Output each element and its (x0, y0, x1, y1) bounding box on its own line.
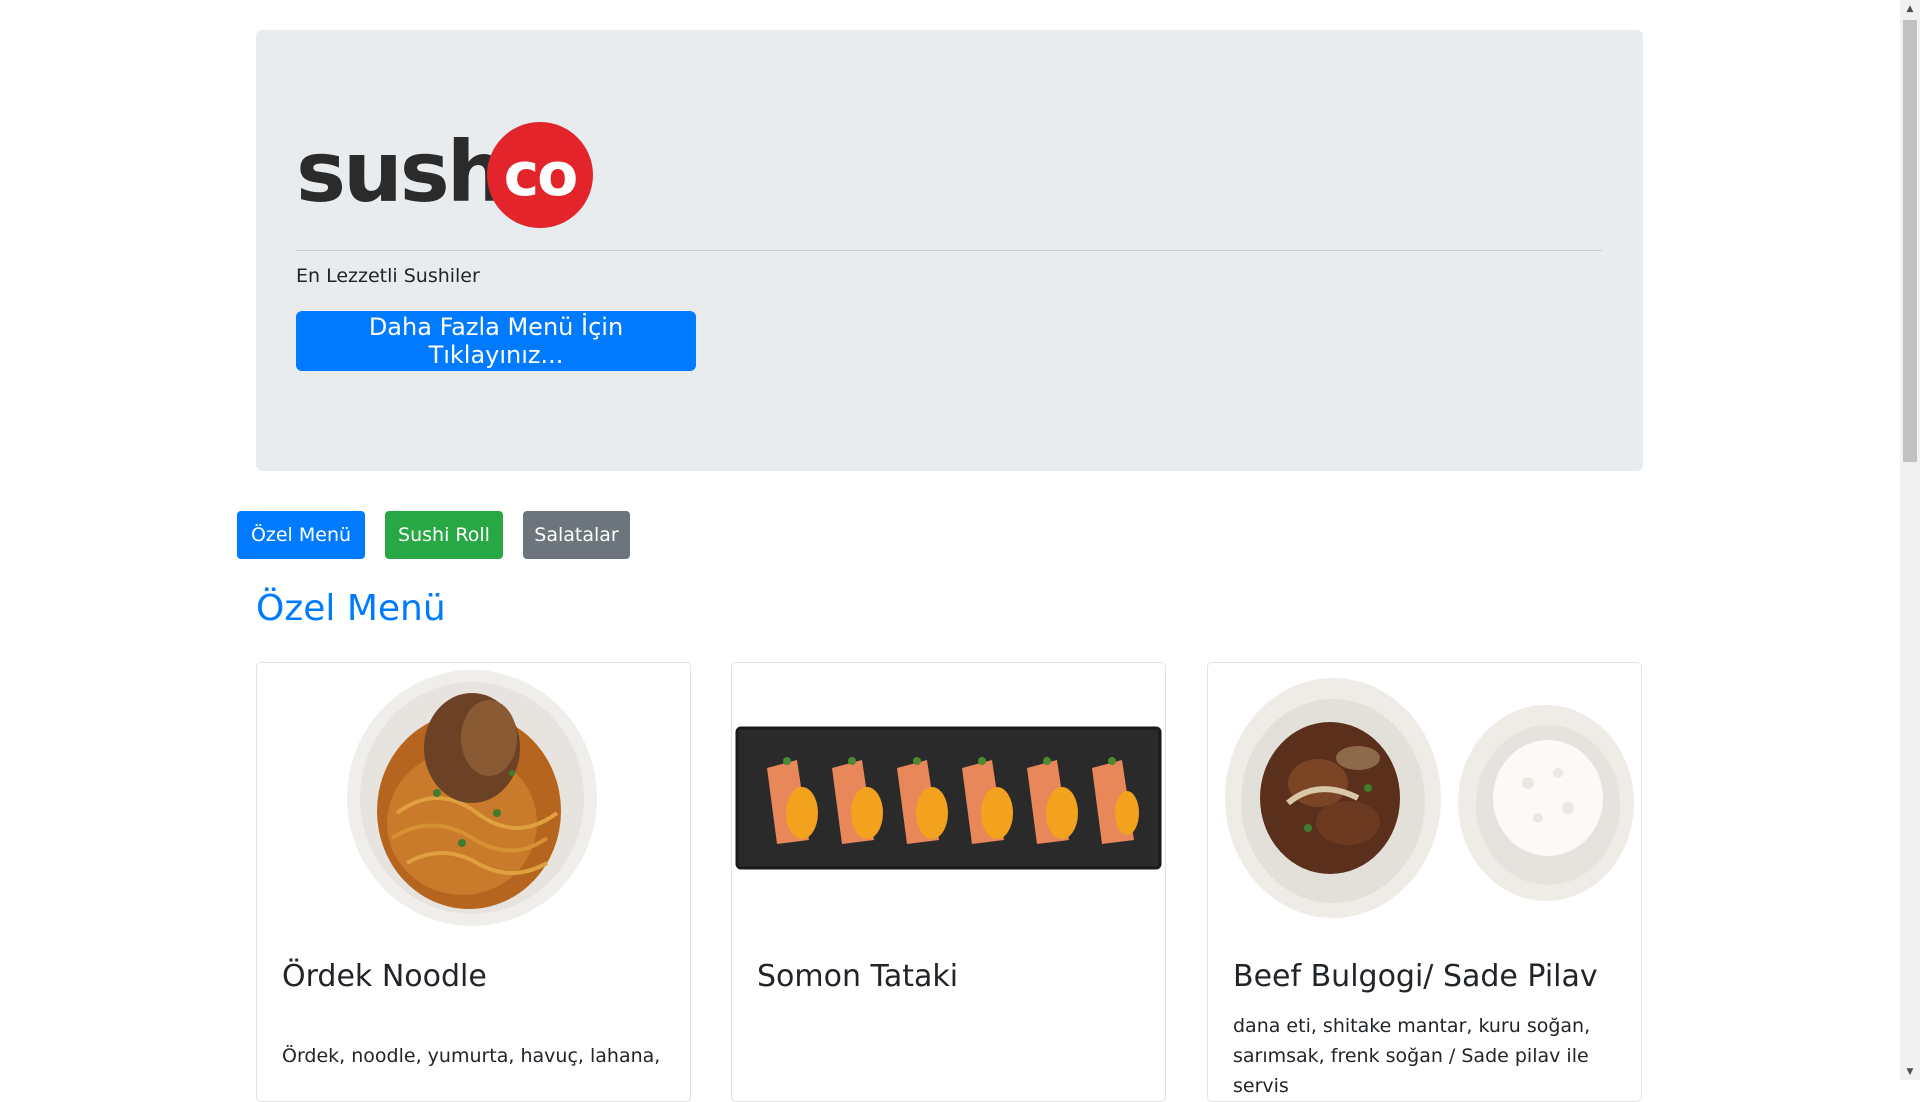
logo-circle-badge: co (487, 122, 593, 228)
tagline: En Lezzetli Sushiler (296, 265, 480, 287)
scroll-thumb[interactable] (1903, 20, 1917, 462)
page-scrollbar[interactable]: ▲ ▼ (1900, 0, 1920, 1080)
card-text: Ördek, noodle, yumurta, havuç, lahana, (282, 1045, 661, 1067)
salmon-tataki-image (732, 663, 1165, 938)
divider (296, 250, 1602, 251)
tab-ozel-menu[interactable]: Özel Menü (237, 511, 365, 559)
card-title: Beef Bulgogi/ Sade Pilav (1233, 959, 1598, 994)
scroll-down-arrow-icon[interactable]: ▼ (1900, 1063, 1920, 1080)
tab-sushi-roll[interactable]: Sushi Roll (385, 511, 503, 559)
card-text: dana eti, shitake mantar, kuru soğan, sa… (1233, 1015, 1591, 1097)
menu-card: Ördek Noodle Ördek, noodle, yumurta, hav… (256, 662, 691, 1102)
sushico-logo: sushi co (296, 122, 606, 232)
scroll-up-arrow-icon[interactable]: ▲ (1900, 0, 1920, 17)
menu-card: Beef Bulgogi/ Sade Pilav dana eti, shita… (1207, 662, 1642, 1102)
tab-salatalar[interactable]: Salatalar (523, 511, 630, 559)
section-title: Özel Menü (256, 588, 446, 629)
jumbotron-header: sushi co En Lezzetli Sushiler Daha Fazla… (256, 30, 1643, 471)
beef-bulgogi-image (1208, 663, 1641, 938)
menu-card: Somon Tataki (731, 662, 1166, 1102)
more-menu-button[interactable]: Daha Fazla Menü İçin Tıklayınız... (296, 311, 696, 371)
card-title: Somon Tataki (757, 959, 959, 994)
card-title: Ördek Noodle (282, 959, 487, 994)
duck-noodle-image (257, 663, 690, 938)
